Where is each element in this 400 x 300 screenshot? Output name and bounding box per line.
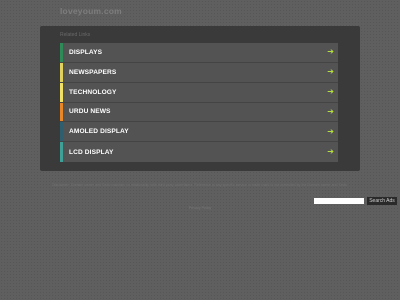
related-link-displays[interactable]: DISPLAYS ➔ [60,43,338,63]
accent-bar [60,102,63,122]
related-link-newspapers[interactable]: NEWSPAPERS ➔ [60,62,338,83]
related-links-list: DISPLAYS ➔ NEWSPAPERS ➔ TECHNOLOGY ➔ URD… [60,43,338,163]
link-label: LCD DISPLAY [69,148,114,156]
link-label: NEWSPAPERS [69,68,117,76]
accent-bar [60,142,63,163]
arrow-right-icon: ➔ [327,106,334,116]
arrow-right-icon: ➔ [327,67,334,77]
link-label: URDU NEWS [69,108,111,116]
accent-bar [60,82,63,102]
related-link-technology[interactable]: TECHNOLOGY ➔ [60,82,338,103]
related-links-panel: Related Links DISPLAYS ➔ NEWSPAPERS ➔ TE… [40,26,360,171]
arrow-right-icon: ➔ [327,126,334,136]
related-link-lcd-display[interactable]: LCD DISPLAY ➔ [60,142,338,163]
search-input[interactable] [314,198,364,204]
link-label: TECHNOLOGY [69,88,117,96]
privacy-policy-link[interactable]: Privacy Policy [0,206,400,210]
arrow-right-icon: ➔ [327,147,334,157]
link-label: AMOLED DISPLAY [69,128,129,136]
accent-bar [60,62,63,82]
related-link-urdu-news[interactable]: URDU NEWS ➔ [60,102,338,123]
site-title[interactable]: loveyoum.com [60,6,122,16]
related-link-amoled-display[interactable]: AMOLED DISPLAY ➔ [60,122,338,143]
accent-bar [60,43,63,62]
link-label: DISPLAYS [69,48,103,56]
disclaimer-text: Disclaimer: Domain owner and Sedo mainta… [52,183,348,187]
accent-bar [60,122,63,142]
arrow-right-icon: ➔ [327,87,334,97]
arrow-right-icon: ➔ [327,47,334,57]
search-ads-button[interactable]: Search Ads [367,197,397,205]
related-links-label: Related Links [60,32,91,38]
